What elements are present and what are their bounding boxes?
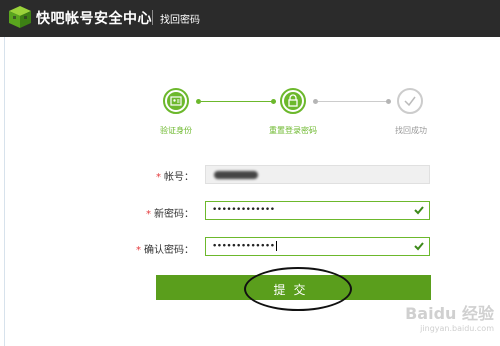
- required-mark: *: [136, 245, 141, 256]
- page-subtitle: 找回密码: [160, 15, 200, 26]
- new-password-label-text: 新密码：: [154, 209, 194, 220]
- step-2-label: 重置登录密码: [269, 126, 317, 135]
- step-1-label: 验证身份: [160, 126, 192, 135]
- confirm-password-value: •••••••••••••: [212, 241, 277, 252]
- step-3-label: 找回成功: [395, 126, 427, 135]
- confirm-password-input[interactable]: •••••••••••••: [205, 237, 430, 256]
- account-label: * 帐号：: [156, 168, 194, 183]
- new-password-value: •••••••••••••: [212, 205, 275, 215]
- text-caret: [275, 241, 277, 251]
- left-divider: [4, 37, 5, 346]
- required-mark: *: [146, 209, 151, 220]
- redacted-account: [214, 171, 258, 179]
- lock-icon: [288, 94, 298, 107]
- step-2-circle: [280, 88, 306, 114]
- valid-check-icon: [414, 206, 424, 215]
- watermark-url: jingyan.baidu.com: [420, 324, 494, 333]
- step-connector-2: [318, 101, 390, 102]
- id-card-icon: [170, 96, 182, 106]
- submit-button[interactable]: 提交: [156, 275, 431, 300]
- confirm-password-label-text: 确认密码：: [144, 245, 194, 256]
- check-icon: [404, 96, 416, 107]
- step-connector-dot: [271, 99, 276, 104]
- submit-label: 提交: [273, 283, 314, 297]
- top-bar: 快吧帐号安全中心 找回密码: [0, 0, 500, 37]
- confirm-password-label: * 确认密码：: [136, 241, 194, 256]
- required-mark: *: [156, 172, 161, 183]
- cube-logo-icon: [9, 6, 31, 28]
- step-3-circle: [397, 88, 423, 114]
- account-field: [205, 165, 430, 184]
- confirm-password-dots: •••••••••••••: [212, 241, 275, 252]
- step-connector-dot: [386, 99, 391, 104]
- step-1-circle: [163, 88, 189, 114]
- account-label-text: 帐号：: [164, 172, 194, 183]
- watermark-title: Baidu 经验: [405, 304, 494, 323]
- baidu-watermark: Baidu 经验 jingyan.baidu.com: [374, 300, 494, 340]
- new-password-label: * 新密码：: [146, 205, 194, 220]
- step-connector-1: [201, 101, 276, 102]
- new-password-input[interactable]: •••••••••••••: [205, 201, 430, 220]
- valid-check-icon: [414, 242, 424, 251]
- header-divider: [152, 10, 153, 25]
- brand-title: 快吧帐号安全中心: [36, 11, 152, 27]
